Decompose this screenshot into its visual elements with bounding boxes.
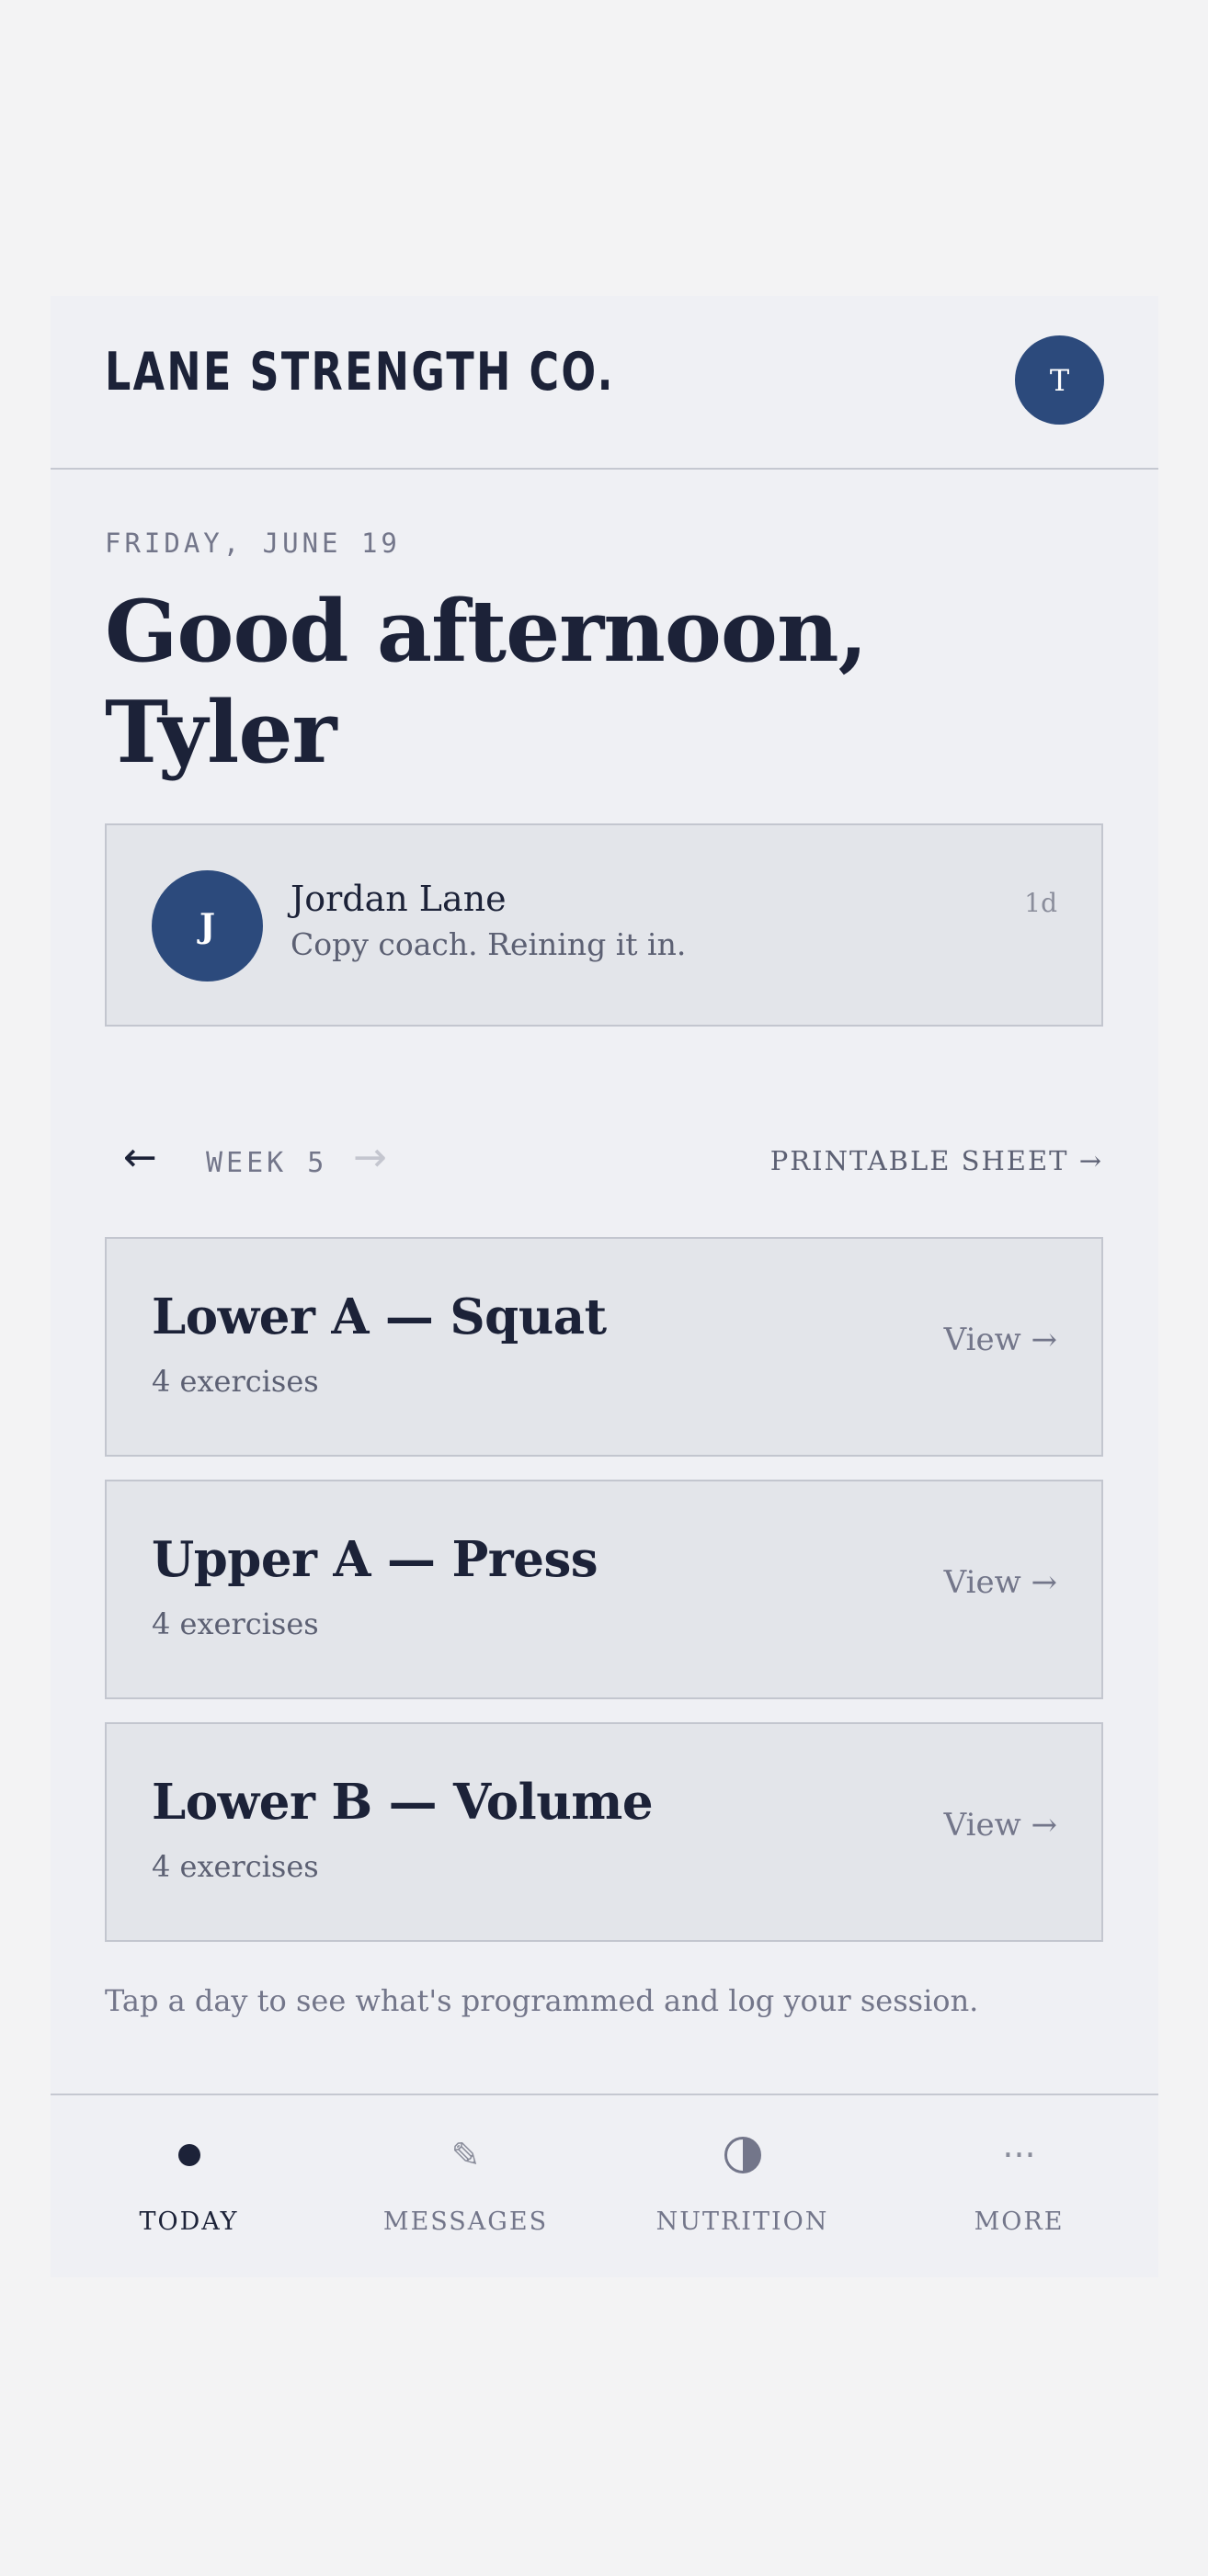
- workout-exercise-count: 4 exercises: [152, 1364, 319, 1399]
- message-sender: Jordan Lane: [291, 879, 507, 919]
- tab-messages[interactable]: ✎ MESSAGES: [327, 2095, 604, 2279]
- tab-nutrition[interactable]: NUTRITION: [604, 2095, 881, 2279]
- dot-icon: [51, 2132, 327, 2178]
- workout-view-link[interactable]: View →: [944, 1564, 1057, 1601]
- printable-sheet-link[interactable]: PRINTABLE SHEET →: [770, 1145, 1103, 1176]
- half-circle-icon: [604, 2132, 881, 2178]
- workout-view-link[interactable]: View →: [944, 1807, 1057, 1844]
- coach-message-card[interactable]: J Jordan Lane Copy coach. Reining it in.…: [105, 823, 1103, 1027]
- message-timestamp: 1d: [1024, 888, 1057, 918]
- tab-label: NUTRITION: [655, 2207, 829, 2236]
- greeting-line-1: Good afternoon,: [105, 581, 868, 681]
- workout-exercise-count: 4 exercises: [152, 1606, 319, 1641]
- brand-logo[interactable]: LANE STRENGTH CO.: [105, 342, 615, 403]
- helper-hint-text: Tap a day to see what's programmed and l…: [105, 1983, 979, 2018]
- previous-week-arrow-icon[interactable]: ←: [123, 1134, 157, 1181]
- week-navigation: ← WEEK 5 → PRINTABLE SHEET →: [105, 1134, 1103, 1189]
- tab-today[interactable]: TODAY: [51, 2095, 327, 2279]
- current-date: FRIDAY, JUNE 19: [105, 528, 401, 559]
- pencil-icon: ✎: [450, 2135, 481, 2175]
- workout-exercise-count: 4 exercises: [152, 1849, 319, 1884]
- bottom-tab-bar: TODAY ✎ MESSAGES NUTRITION ··· MORE: [51, 2094, 1158, 2277]
- message-preview: Copy coach. Reining it in.: [291, 926, 687, 962]
- workout-card[interactable]: Upper A — Press 4 exercises View →: [105, 1480, 1103, 1699]
- workout-card[interactable]: Lower A — Squat 4 exercises View →: [105, 1237, 1103, 1457]
- app-header: LANE STRENGTH CO. T: [51, 296, 1158, 470]
- greeting-user-name: Tyler: [105, 682, 337, 782]
- workout-title: Upper A — Press: [152, 1531, 598, 1588]
- more-icon: ···: [1002, 2135, 1036, 2175]
- week-label: WEEK 5: [206, 1147, 328, 1179]
- coach-avatar: J: [152, 870, 263, 982]
- workout-view-link[interactable]: View →: [944, 1322, 1057, 1358]
- workout-card[interactable]: Lower B — Volume 4 exercises View →: [105, 1722, 1103, 1942]
- workout-title: Lower B — Volume: [152, 1774, 654, 1831]
- greeting-heading: Good afternoon, Tyler: [105, 581, 1024, 783]
- tab-label: MORE: [974, 2207, 1065, 2236]
- profile-avatar[interactable]: T: [1015, 335, 1104, 425]
- next-week-arrow-icon[interactable]: →: [353, 1134, 387, 1181]
- workout-title: Lower A — Squat: [152, 1288, 607, 1345]
- tab-label: MESSAGES: [382, 2207, 549, 2236]
- tab-more[interactable]: ··· MORE: [881, 2095, 1157, 2279]
- tab-label: TODAY: [139, 2207, 239, 2236]
- app-frame: LANE STRENGTH CO. T FRIDAY, JUNE 19 Good…: [51, 296, 1158, 2277]
